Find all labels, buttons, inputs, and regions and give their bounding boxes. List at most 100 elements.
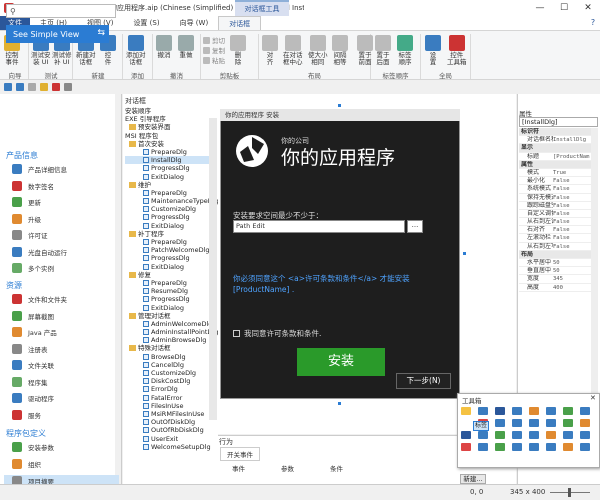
nav-item[interactable]: Java 产品 — [12, 327, 57, 337]
property-row[interactable]: 模式 True — [519, 169, 598, 178]
tab-dialog[interactable]: 对话框 — [218, 16, 262, 30]
property-row[interactable]: 高度 400 — [519, 284, 598, 292]
toolbox-control-icon[interactable] — [546, 431, 556, 439]
tree-row[interactable]: 管理对话框 — [125, 312, 217, 320]
left-nav-scrollbar[interactable] — [115, 94, 121, 484]
toolbox-control-icon[interactable] — [580, 419, 590, 427]
close-button[interactable]: ✕ — [576, 0, 600, 16]
toolbox-control-icon[interactable] — [512, 419, 522, 427]
property-row[interactable]: 自定义调色板False — [519, 210, 598, 219]
nav-search-input[interactable]: ⚲ — [6, 4, 116, 18]
properties-object-select[interactable]: [InstallDlg] — [519, 117, 598, 127]
nav-item[interactable]: 程序集 — [12, 376, 48, 387]
toolbox-control-icon[interactable] — [461, 407, 471, 415]
browse-button[interactable]: ... — [407, 220, 423, 233]
property-row[interactable]: 最小化 False — [519, 177, 598, 186]
toolbox-control-icon[interactable] — [512, 407, 522, 415]
toolbox-control-icon[interactable] — [546, 443, 556, 451]
copy-button[interactable]: 复制 — [203, 45, 225, 55]
install-path-field[interactable]: Path Edit — [233, 220, 405, 233]
property-row[interactable]: 从右到左读取False — [519, 218, 598, 227]
property-category[interactable]: 属性 — [519, 160, 598, 169]
nav-item[interactable]: 屏幕截图 — [12, 310, 54, 321]
back-icon[interactable] — [4, 83, 12, 91]
tab-events[interactable]: 开关事件 — [220, 447, 260, 461]
next-button[interactable]: 下一步(N) — [396, 373, 451, 389]
toolbox-control-icon[interactable] — [563, 419, 573, 427]
tab-wizard[interactable]: 向导 (W) — [170, 16, 219, 30]
tree-row[interactable]: CancelDlg — [125, 361, 217, 369]
tree-row[interactable]: ResumeDlg — [125, 287, 217, 295]
tree-row[interactable]: MSI 程序包 — [125, 132, 217, 140]
zoom-slider[interactable] — [545, 488, 595, 497]
property-category[interactable]: 标识符 — [519, 128, 598, 137]
tree-row[interactable]: FilesInUse — [125, 402, 217, 410]
property-row[interactable]: 左滚动栏 False — [519, 234, 598, 243]
tree-row[interactable]: MaintenanceTypeDlg — [125, 197, 219, 205]
see-simple-view-button[interactable]: See Simple View ⇆ — [6, 25, 109, 43]
add-dialog-button[interactable]: 添加对 话框 — [126, 35, 146, 66]
property-row[interactable]: 垂直居中 50 — [519, 267, 598, 276]
property-category[interactable]: 显示 — [519, 144, 598, 153]
tree-row[interactable]: OutOfRbDiskDlg — [125, 426, 217, 434]
tree-row[interactable]: ExitDialog — [125, 263, 217, 271]
toolbox-control-icon[interactable] — [495, 443, 505, 451]
property-category[interactable]: 布局 — [519, 250, 598, 259]
new-event-button[interactable]: 新建... — [460, 474, 486, 484]
agree-checkbox[interactable]: 我同意许可条款和条件. — [233, 328, 321, 339]
property-row[interactable]: 保持无模式False — [519, 194, 598, 202]
property-row[interactable]: 对话框名称InstallDlg — [519, 136, 598, 145]
cut-button[interactable]: 剪切 — [203, 35, 225, 45]
toolbox-control-icon[interactable] — [563, 431, 573, 439]
tree-row[interactable]: 安装顺序 — [125, 107, 217, 115]
tree-row[interactable]: PrepareDlg — [125, 189, 217, 197]
minimize-button[interactable]: — — [528, 0, 552, 16]
toolbox-control-icon[interactable] — [580, 407, 590, 415]
tree-row[interactable]: MsiRMFilesInUse — [125, 410, 217, 418]
nav-item[interactable]: 驱动程序 — [12, 393, 54, 403]
property-row[interactable]: 标题 [ProductNam — [519, 153, 598, 161]
property-row[interactable]: 水平居中 50 — [519, 259, 598, 268]
toolbox-control-icon[interactable] — [495, 407, 505, 415]
nav-item[interactable]: 许可证 — [12, 230, 48, 240]
checkbox-box[interactable] — [233, 330, 240, 337]
toolbox-control-icon[interactable] — [546, 419, 556, 427]
toolbox-control-icon[interactable] — [529, 431, 539, 439]
tree-row[interactable]: PrepareDlg — [125, 148, 217, 156]
toolbox-control-icon[interactable] — [461, 443, 471, 451]
center-dialog-button[interactable]: 在对话 框中心 — [283, 35, 303, 66]
nav-item[interactable]: 更新 — [12, 197, 41, 207]
tree-row[interactable]: WelcomeSetupDlg — [125, 443, 217, 451]
property-row[interactable]: 右对齐 False — [519, 226, 598, 235]
tree-row[interactable]: ExitDialog — [125, 222, 217, 230]
property-row[interactable]: 系统模式 False — [519, 185, 598, 194]
tree-row[interactable]: 预安装界面 — [125, 123, 217, 131]
new-icon[interactable] — [28, 83, 36, 91]
open-icon[interactable] — [40, 83, 48, 91]
nav-item[interactable]: 产品详细信息 — [12, 164, 67, 174]
toolbox-control-icon[interactable] — [580, 431, 590, 439]
tree-row[interactable]: AdminWelcomeDlg — [125, 320, 217, 328]
maximize-button[interactable]: ☐ — [552, 0, 576, 16]
tree-row[interactable]: ProgressDlg — [125, 254, 217, 262]
tree-row[interactable]: 特殊对话框 — [125, 344, 217, 352]
tree-row[interactable]: 维护 — [125, 181, 217, 189]
equal-spacing-button[interactable]: 间隔 相等 — [332, 35, 348, 66]
tree-row[interactable]: AdminInstallPointDlg — [125, 328, 218, 336]
toolbox-control-icon[interactable] — [512, 431, 522, 439]
toolbox-control-icon[interactable] — [563, 407, 573, 415]
tree-row[interactable]: InstallDlg — [125, 156, 217, 165]
tree-row[interactable]: ProgressDlg — [125, 213, 217, 221]
toolbox-control-icon[interactable] — [529, 407, 539, 415]
settings-button[interactable]: 设 置 — [425, 35, 441, 66]
tree-row[interactable]: PrepareDlg — [125, 238, 217, 246]
bring-front-button[interactable]: 置于 前面 — [357, 35, 373, 66]
tool-icon[interactable] — [64, 83, 72, 91]
same-size-button[interactable]: 使大小 相同 — [308, 35, 328, 66]
tree-row[interactable]: CustomizeDlg — [125, 369, 217, 377]
nav-item[interactable]: 数字签名 — [12, 180, 54, 191]
tree-row[interactable]: CustomizeDlg — [125, 205, 217, 213]
tab-settings[interactable]: 设置 (S) — [123, 16, 169, 30]
nav-item[interactable]: 安装参数 — [12, 442, 54, 452]
delete-button[interactable]: 删 除 — [230, 35, 246, 66]
